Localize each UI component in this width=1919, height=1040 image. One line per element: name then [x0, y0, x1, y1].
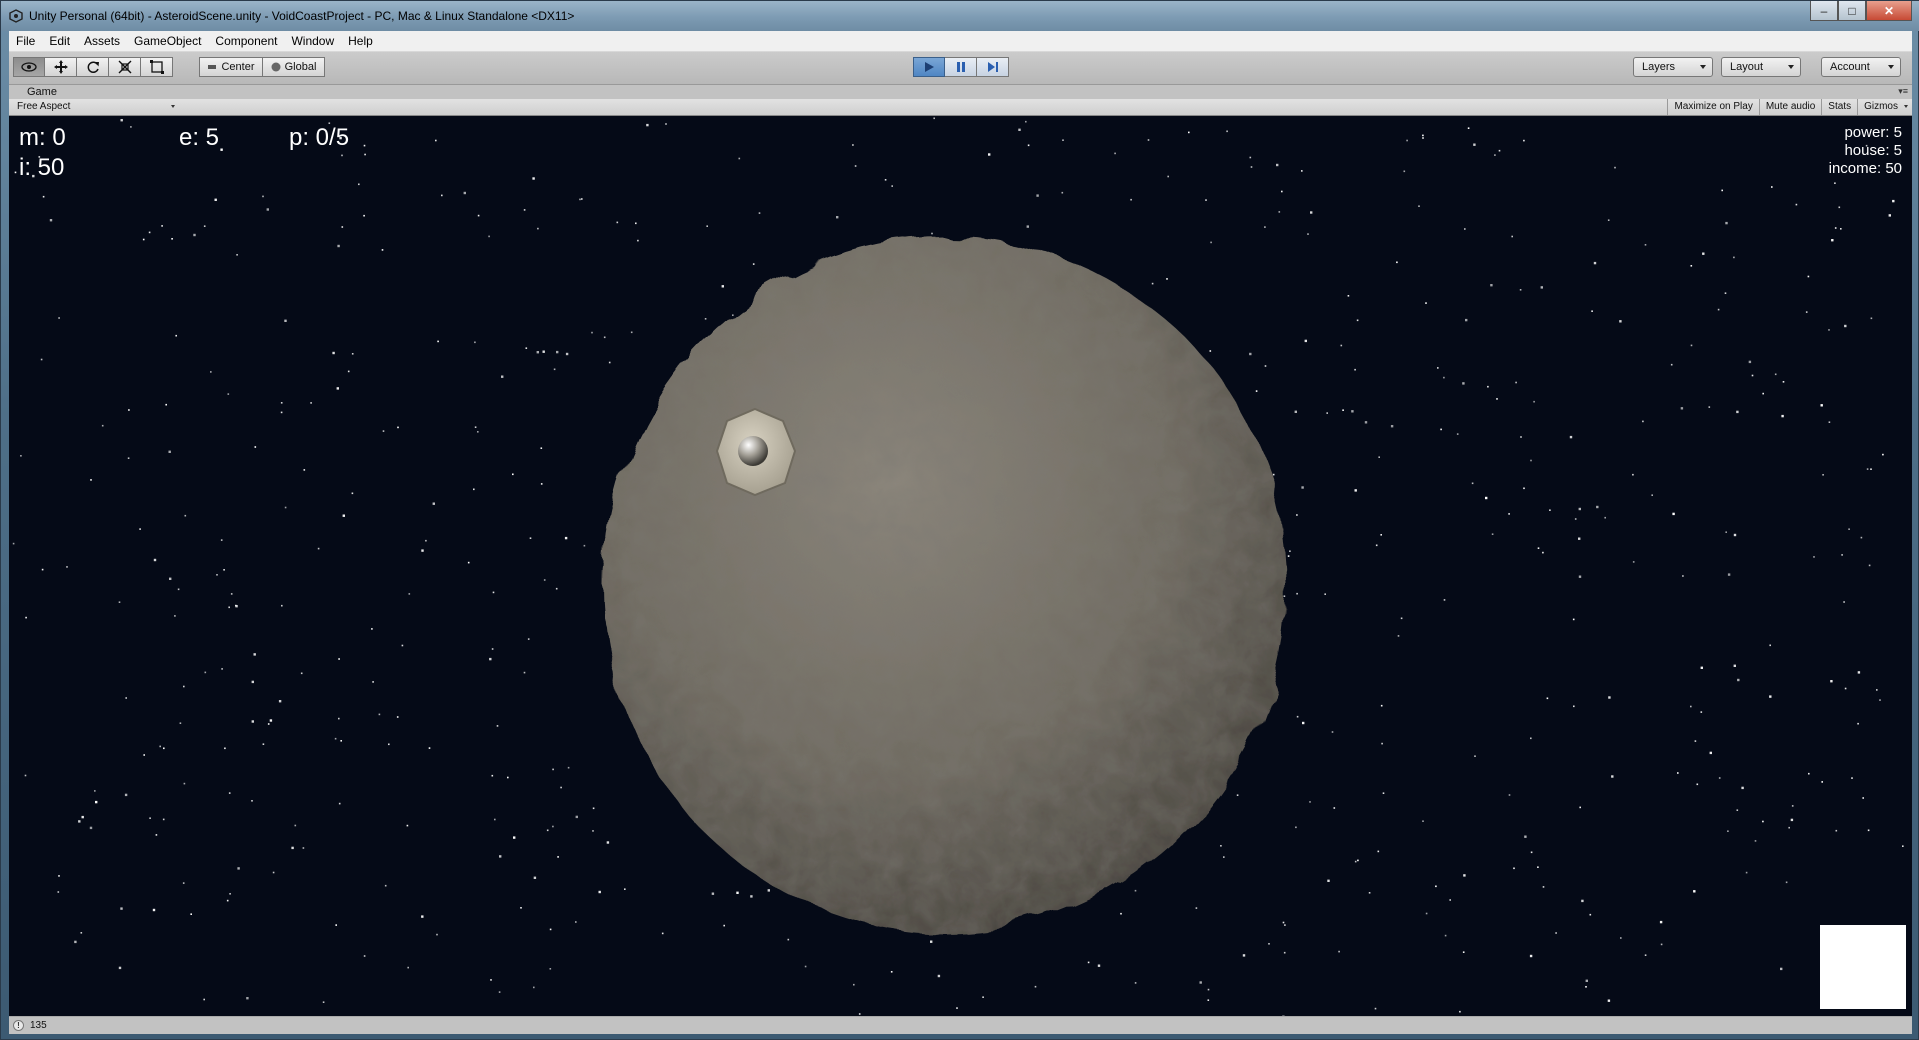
unity-logo-icon [9, 9, 23, 23]
menu-window[interactable]: Window [284, 31, 341, 51]
info-icon[interactable]: ! [13, 1020, 24, 1031]
gizmos-dropdown[interactable]: Gizmos [1857, 99, 1912, 115]
step-icon [987, 62, 998, 72]
account-dropdown[interactable]: Account [1821, 57, 1901, 77]
menu-bar: File Edit Assets GameObject Component Wi… [9, 31, 1912, 52]
chevron-down-icon [171, 105, 175, 108]
close-button[interactable]: ✕ [1866, 1, 1912, 21]
layers-label: Layers [1642, 61, 1676, 73]
game-view-toolbar: Free Aspect Maximize on Play Mute audio … [9, 99, 1912, 116]
layout-dropdown[interactable]: Layout [1721, 57, 1801, 77]
space-global-button[interactable]: Global [263, 57, 325, 77]
eye-icon [21, 62, 37, 72]
rotate-icon [87, 61, 99, 73]
minimize-button[interactable]: – [1810, 1, 1838, 21]
menu-edit[interactable]: Edit [42, 31, 77, 51]
aspect-label: Free Aspect [17, 101, 71, 112]
scale-icon [118, 60, 131, 74]
menu-help[interactable]: Help [341, 31, 380, 51]
stats-toggle[interactable]: Stats [1821, 99, 1857, 115]
hand-tool-button[interactable] [13, 57, 45, 77]
pivot-controls: Center Global [199, 57, 325, 77]
globe-icon [271, 62, 281, 72]
chevron-down-icon [1788, 65, 1794, 69]
layers-dropdown[interactable]: Layers [1633, 57, 1713, 77]
game-tab-icon [16, 88, 20, 96]
step-button[interactable] [977, 57, 1009, 77]
hud-population: p: 0/5 [289, 124, 350, 151]
scale-tool-button[interactable] [109, 57, 141, 77]
pivot-label: Center [221, 61, 255, 73]
rotate-tool-button[interactable] [77, 57, 109, 77]
main-toolbar: Center Global Layers Layout Account [9, 52, 1912, 85]
game-viewport[interactable]: m: 0 e: 5 p: 0/5 i: 50 power: 5 house: 5… [9, 116, 1912, 1016]
hud-energy: e: 5 [179, 124, 220, 151]
hud-income: i: 50 [19, 154, 65, 181]
tab-game[interactable]: Game [13, 85, 57, 99]
status-bar: ! 135 [9, 1016, 1912, 1034]
pivot-icon [208, 65, 217, 69]
hud-house: house: 5 [1844, 142, 1902, 159]
account-label: Account [1830, 61, 1870, 73]
rect-transform-icon [149, 60, 164, 74]
hud-power: power: 5 [1844, 124, 1902, 141]
pivot-center-button[interactable]: Center [199, 57, 263, 77]
panel-menu-icon[interactable]: ▾≡ [1898, 86, 1908, 97]
status-text: 135 [30, 1020, 47, 1031]
hud-money: m: 0 [19, 124, 66, 151]
aspect-dropdown[interactable]: Free Aspect [13, 99, 179, 115]
panel-tab-strip: Game ▾≡ [9, 85, 1912, 99]
chevron-down-icon [1904, 105, 1908, 108]
move-tool-button[interactable] [45, 57, 77, 77]
asteroid [603, 237, 1287, 933]
chevron-down-icon [1700, 65, 1706, 69]
hud-stats-panel: power: 5 house: 5 income: 50 [1829, 124, 1902, 178]
menu-file[interactable]: File [9, 31, 42, 51]
minimap[interactable] [1820, 925, 1906, 1009]
maximize-button[interactable]: □ [1838, 1, 1866, 21]
menu-gameobject[interactable]: GameObject [127, 31, 208, 51]
playback-controls [913, 57, 1009, 77]
transform-tools [13, 57, 173, 77]
play-icon [925, 62, 934, 72]
maximize-on-play-toggle[interactable]: Maximize on Play [1667, 99, 1758, 115]
editor-area: File Edit Assets GameObject Component Wi… [9, 31, 1912, 1034]
pause-button[interactable] [945, 57, 977, 77]
tab-game-label: Game [27, 86, 57, 98]
rect-tool-button[interactable] [141, 57, 173, 77]
chevron-down-icon [1888, 65, 1894, 69]
title-bar: Unity Personal (64bit) - AsteroidScene.u… [1, 1, 1919, 31]
gizmos-label: Gizmos [1864, 101, 1898, 112]
unity-window: Unity Personal (64bit) - AsteroidScene.u… [0, 0, 1919, 1040]
pause-icon [956, 62, 965, 72]
menu-component[interactable]: Component [208, 31, 284, 51]
hud-income-detail: income: 50 [1828, 160, 1902, 177]
space-label: Global [284, 61, 317, 73]
mute-audio-toggle[interactable]: Mute audio [1758, 99, 1821, 115]
menu-assets[interactable]: Assets [77, 31, 127, 51]
move-arrows-icon [53, 60, 68, 74]
window-title: Unity Personal (64bit) - AsteroidScene.u… [29, 9, 575, 23]
building-pad [715, 407, 797, 497]
play-button[interactable] [913, 57, 945, 77]
layout-label: Layout [1730, 61, 1764, 73]
